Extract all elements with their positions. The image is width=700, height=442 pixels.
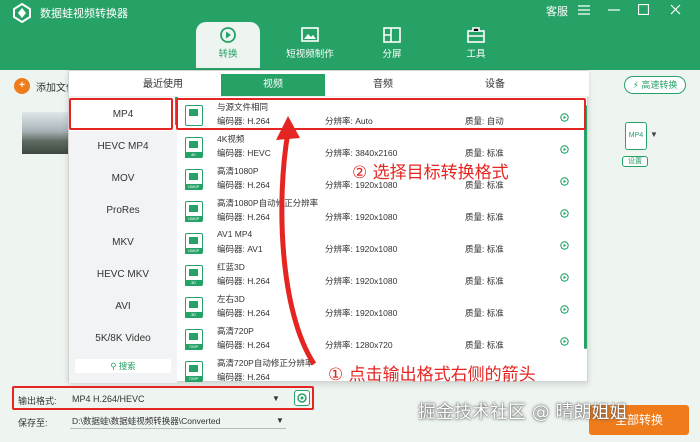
preset-row[interactable]: 3D 左右3D 编码器: H.264 分辨率: 1920x1080 质量: 标准 — [181, 291, 581, 323]
format-avi[interactable]: AVI — [69, 291, 177, 323]
gear-icon[interactable] — [559, 176, 570, 187]
video-file-icon: 4K — [185, 137, 203, 158]
format-hevc-mkv[interactable]: HEVC MKV — [69, 259, 177, 291]
preset-codec: 编码器: H.264 — [217, 212, 270, 222]
preset-codec: 编码器: H.264 — [217, 340, 270, 350]
save-to-label: 保存至: — [18, 418, 48, 428]
video-file-icon: 1080P — [185, 169, 203, 190]
video-file-icon: 1080P — [185, 233, 203, 254]
tab-tools[interactable]: 工具 — [444, 22, 508, 68]
preset-codec: 编码器: AV1 — [217, 244, 263, 254]
popup-tabs: 最近使用 视频 音频 设备 — [69, 71, 589, 97]
app-title: 数据蛙视频转换器 — [40, 8, 128, 20]
annotation-box-output-format — [12, 386, 314, 410]
settings-button[interactable]: 设置 — [622, 156, 648, 167]
preset-name: 高清720P — [217, 326, 254, 336]
tab-recent[interactable]: 最近使用 — [111, 74, 215, 96]
popup-scrollbar[interactable] — [584, 105, 587, 349]
minimize-icon[interactable] — [608, 5, 620, 15]
add-file-button[interactable]: + 添加文件 — [14, 78, 76, 94]
tab-split-screen[interactable]: 分屏 — [360, 22, 424, 68]
preset-codec: 编码器: H.264 — [217, 180, 270, 190]
video-file-icon: 720P — [185, 361, 203, 382]
tab-short-video[interactable]: 短视频制作 — [278, 22, 342, 68]
preset-name: 红蓝3D — [217, 262, 245, 272]
gear-icon[interactable] — [559, 240, 570, 251]
search-icon: ⚲ — [110, 361, 117, 371]
preset-codec: 编码器: H.264 — [217, 276, 270, 286]
tab-audio[interactable]: 音频 — [331, 74, 435, 96]
tab-label: 分屏 — [382, 49, 402, 60]
annotation-step-1: ① 点击输出格式右侧的箭头 — [328, 365, 536, 385]
search-label: 搜索 — [118, 361, 136, 371]
search-button[interactable]: ⚲ 搜索 — [75, 359, 171, 373]
format-list: MP4 HEVC MP4 MOV ProRes MKV HEVC MKV AVI… — [69, 97, 177, 383]
split-screen-icon — [383, 27, 401, 43]
preset-row[interactable]: 1080P AV1 MP4 编码器: AV1 分辨率: 1920x1080 质量… — [181, 227, 581, 259]
annotation-box-preset — [176, 98, 586, 130]
tab-convert[interactable]: 转换 — [196, 22, 260, 68]
close-icon[interactable] — [670, 4, 681, 15]
preset-codec: 编码器: H.264 — [217, 308, 270, 318]
video-file-icon: 720P — [185, 329, 203, 350]
hamburger-icon[interactable] — [578, 5, 590, 15]
annotation-arrow — [276, 116, 317, 366]
format-5k-8k[interactable]: 5K/8K Video — [69, 323, 177, 355]
gear-icon[interactable] — [559, 208, 570, 219]
preset-quality: 质量: 标准 — [465, 244, 504, 254]
tab-video[interactable]: 视频 — [221, 74, 325, 96]
tab-device[interactable]: 设备 — [443, 74, 547, 96]
file-format-badge[interactable]: MP4 — [625, 122, 647, 150]
app-header: 数据蛙视频转换器 客服 转换 短视频制作 分屏 工具 — [0, 0, 700, 70]
gear-icon[interactable] — [559, 304, 570, 315]
save-path-field[interactable]: D:\数据蛙\数据蛙视频转换器\Converted — [70, 413, 286, 429]
preset-quality: 质量: 标准 — [465, 212, 504, 222]
preset-quality: 质量: 标准 — [465, 340, 504, 350]
toolbox-icon — [467, 27, 485, 43]
maximize-icon[interactable] — [638, 4, 649, 15]
high-speed-label: 高速转换 — [641, 80, 678, 90]
video-file-icon: 1080P — [185, 201, 203, 222]
tab-label: 转换 — [218, 49, 238, 60]
preset-codec: 编码器: H.264 — [217, 372, 270, 382]
tab-label: 短视频制作 — [286, 49, 334, 60]
format-hevc-mp4[interactable]: HEVC MP4 — [69, 131, 177, 163]
image-icon — [301, 27, 319, 42]
tab-label: 工具 — [466, 49, 486, 60]
preset-row[interactable]: 720P 高清720P 编码器: H.264 分辨率: 1280x720 质量:… — [181, 323, 581, 355]
chevron-down-icon[interactable]: ▼ — [650, 130, 658, 139]
video-file-icon: 3D — [185, 297, 203, 318]
preset-name: 4K视频 — [217, 134, 245, 144]
preset-codec: 编码器: HEVC — [217, 148, 271, 158]
watermark: 掘金技术社区 @ 晴朗姐姐 — [418, 402, 628, 423]
format-mkv[interactable]: MKV — [69, 227, 177, 259]
gear-icon[interactable] — [559, 336, 570, 347]
preset-quality: 质量: 标准 — [465, 276, 504, 286]
app-logo-icon — [13, 3, 31, 23]
chevron-down-icon[interactable]: ▼ — [276, 413, 284, 429]
gear-icon[interactable] — [559, 144, 570, 155]
preset-quality: 质量: 标准 — [465, 308, 504, 318]
high-speed-toggle[interactable]: ⚡ 高速转换 — [624, 76, 686, 94]
convert-icon — [220, 27, 236, 43]
annotation-step-2: ② 选择目标转换格式 — [352, 163, 509, 183]
format-prores[interactable]: ProRes — [69, 195, 177, 227]
plus-icon: + — [14, 78, 30, 94]
gear-icon[interactable] — [559, 272, 570, 283]
format-mov[interactable]: MOV — [69, 163, 177, 195]
lightning-icon: ⚡ — [632, 80, 639, 90]
preset-row[interactable]: 3D 红蓝3D 编码器: H.264 分辨率: 1920x1080 质量: 标准 — [181, 259, 581, 291]
preset-name: 高清1080P — [217, 166, 259, 176]
video-file-icon: 3D — [185, 265, 203, 286]
support-button[interactable]: 客服 — [546, 3, 568, 19]
annotation-box-mp4 — [69, 98, 173, 130]
preset-name: 左右3D — [217, 294, 245, 304]
preset-name: AV1 MP4 — [217, 229, 253, 239]
preset-row[interactable]: 1080P 高清1080P自动修正分辨率 编码器: H.264 分辨率: 192… — [181, 195, 581, 227]
